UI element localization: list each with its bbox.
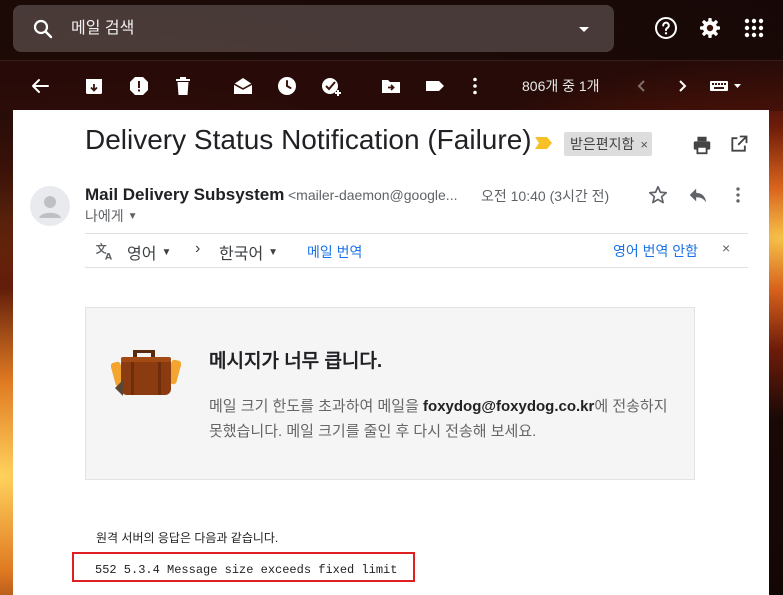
message-more-options-icon[interactable]	[727, 184, 749, 206]
input-tools-keyboard-icon[interactable]	[708, 74, 744, 98]
server-response-label: 원격 서버의 응답은 다음과 같습니다.	[96, 531, 279, 545]
older-chevron-icon[interactable]	[670, 74, 694, 98]
suitcase-icon	[111, 340, 181, 398]
open-in-new-window-icon[interactable]	[729, 134, 749, 154]
server-error-code: 552 5.3.4 Message size exceeds fixed lim…	[95, 563, 398, 577]
translate-icon: 文A	[95, 241, 115, 261]
apps-grid-icon[interactable]	[742, 16, 766, 40]
pager-count: 806개 중 1개	[522, 78, 600, 94]
message-toolbar: 806개 중 1개	[0, 60, 783, 111]
svg-text:A: A	[105, 251, 113, 261]
target-language-label: 한국어	[219, 246, 264, 263]
back-arrow-icon[interactable]	[28, 74, 52, 98]
sender-email: <mailer-daemon@google...	[288, 187, 458, 203]
recipient-label: 나에게	[85, 208, 124, 224]
inbox-label-chip: 받은편지함 ×	[564, 132, 652, 156]
email-subject: Delivery Status Notification (Failure)	[85, 124, 532, 155]
bounce-title: 메시지가 너무 큽니다.	[209, 351, 383, 372]
add-to-tasks-icon[interactable]	[319, 74, 343, 98]
print-icon[interactable]	[691, 134, 713, 156]
report-spam-icon[interactable]	[127, 74, 151, 98]
close-translate-bar-button[interactable]: ×	[722, 240, 730, 256]
mark-unread-icon[interactable]	[231, 74, 255, 98]
sender-name[interactable]: Mail Delivery Subsystem	[85, 185, 284, 205]
top-app-bar	[0, 0, 783, 60]
newer-chevron-icon[interactable]	[630, 74, 654, 98]
language-arrow: ›	[195, 240, 201, 257]
chevron-down-icon: ▼	[268, 246, 279, 258]
sent-timestamp: 오전 10:40 (3시간 전)	[481, 188, 610, 204]
bounce-message-before: 메일 크기 한도를 초과하여 메일을	[209, 398, 424, 415]
search-icon[interactable]	[31, 17, 55, 41]
recipient-details-toggle[interactable]: 나에게 ▼	[85, 206, 138, 226]
never-translate-link[interactable]: 영어 번역 안함	[613, 241, 698, 261]
settings-gear-icon[interactable]	[698, 16, 722, 40]
bounce-message: 메일 크기 한도를 초과하여 메일을 foxydog@foxydog.co.kr…	[209, 394, 669, 444]
search-options-dropdown-icon[interactable]	[572, 17, 596, 41]
importance-marker-icon[interactable]	[535, 136, 553, 150]
target-language-select[interactable]: 한국어 ▼	[219, 240, 278, 264]
label-tag-icon[interactable]	[423, 74, 447, 98]
sender-avatar[interactable]	[30, 186, 70, 226]
chevron-down-icon: ▼	[127, 210, 138, 222]
email-view: Delivery Status Notification (Failure) 받…	[13, 110, 769, 595]
chevron-down-icon: ▼	[161, 246, 172, 258]
source-language-label: 영어	[127, 246, 157, 263]
help-icon[interactable]	[654, 16, 678, 40]
reply-icon[interactable]	[687, 184, 709, 206]
snooze-clock-icon[interactable]	[275, 74, 299, 98]
star-icon[interactable]	[647, 184, 669, 206]
remove-label-button[interactable]: ×	[640, 137, 648, 152]
bounce-notice-box: 메시지가 너무 큽니다. 메일 크기 한도를 초과하여 메일을 foxydog@…	[85, 307, 695, 480]
archive-icon[interactable]	[82, 74, 106, 98]
search-input[interactable]	[69, 18, 572, 39]
delete-trash-icon[interactable]	[171, 74, 195, 98]
more-options-vertical-icon[interactable]	[463, 74, 487, 98]
translate-message-link[interactable]: 메일 번역	[307, 242, 362, 262]
inbox-label-text: 받은편지함	[570, 136, 635, 152]
recipient-address: foxydog@foxydog.co.kr	[423, 398, 595, 415]
source-language-select[interactable]: 영어 ▼	[127, 240, 171, 264]
move-to-folder-icon[interactable]	[379, 74, 403, 98]
search-bar[interactable]	[13, 5, 614, 52]
translate-bar: 文A 영어 ▼ › 한국어 ▼ 메일 번역 영어 번역 안함 ×	[85, 233, 748, 268]
